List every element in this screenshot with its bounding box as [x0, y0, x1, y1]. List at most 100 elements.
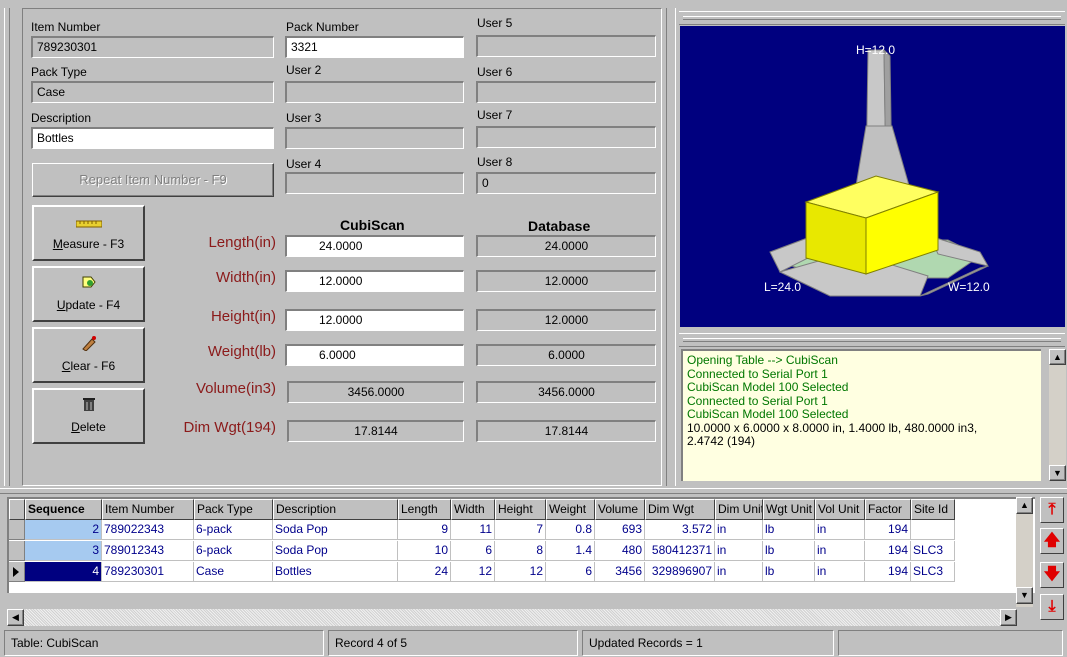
table-cell[interactable]: in: [815, 520, 865, 540]
table-cell[interactable]: 789012343: [102, 541, 194, 561]
table-cell[interactable]: 480: [595, 541, 645, 561]
column-header[interactable]: Description: [273, 499, 398, 520]
table-cell[interactable]: 194: [865, 520, 911, 540]
user2-field[interactable]: [285, 81, 464, 103]
repeat-item-number-button[interactable]: Repeat Item Number - F9: [32, 163, 274, 197]
table-cell[interactable]: 4: [25, 562, 102, 582]
left-splitter[interactable]: [4, 8, 10, 486]
grid-scroll-right-icon[interactable]: ▶: [1000, 609, 1017, 626]
table-cell[interactable]: in: [815, 562, 865, 582]
table-cell[interactable]: 0.8: [546, 520, 595, 540]
cubiscan-value-field[interactable]: 12.0000: [285, 270, 464, 292]
clear-button[interactable]: Clear - F6: [32, 327, 145, 383]
user4-field[interactable]: [285, 172, 464, 194]
column-header[interactable]: Wgt Unit: [763, 499, 815, 520]
table-cell[interactable]: 789022343: [102, 520, 194, 540]
table-cell[interactable]: in: [715, 541, 763, 561]
column-header[interactable]: Vol Unit: [815, 499, 865, 520]
table-cell[interactable]: 1.4: [546, 541, 595, 561]
table-cell[interactable]: 8: [495, 541, 546, 561]
table-cell[interactable]: 11: [451, 520, 495, 540]
column-header[interactable]: Length: [398, 499, 451, 520]
column-header[interactable]: Volume: [595, 499, 645, 520]
table-cell[interactable]: 12: [451, 562, 495, 582]
table-cell[interactable]: 12: [495, 562, 546, 582]
table-cell[interactable]: 10: [398, 541, 451, 561]
table-cell[interactable]: 329896907: [645, 562, 715, 582]
table-cell[interactable]: 580412371: [645, 541, 715, 561]
user7-field[interactable]: [476, 126, 656, 148]
measure-button[interactable]: Measure - F3: [32, 205, 145, 261]
grid-hscroll[interactable]: ◀ ▶: [7, 609, 1017, 626]
table-cell[interactable]: Soda Pop: [273, 520, 398, 540]
log-scroll-down-icon[interactable]: ▼: [1049, 465, 1066, 481]
table-cell[interactable]: 194: [865, 541, 911, 561]
table-cell[interactable]: 2: [25, 520, 102, 540]
cubiscan-value-field[interactable]: 6.0000: [285, 344, 464, 366]
table-cell[interactable]: 789230301: [102, 562, 194, 582]
pack-type-field[interactable]: Case: [31, 81, 274, 103]
table-cell[interactable]: 9: [398, 520, 451, 540]
table-cell[interactable]: 6: [546, 562, 595, 582]
user8-field[interactable]: 0: [476, 172, 656, 194]
grid-scroll-up-icon[interactable]: ▲: [1016, 497, 1033, 514]
row-selector[interactable]: [9, 541, 25, 561]
table-cell[interactable]: [911, 520, 955, 540]
middle-splitter[interactable]: [666, 8, 676, 486]
cubiscan-value-field[interactable]: 12.0000: [285, 309, 464, 331]
measure-row-label: Weight(lb): [207, 343, 276, 360]
table-cell[interactable]: in: [715, 520, 763, 540]
table-cell[interactable]: SLC3: [911, 562, 955, 582]
table-cell[interactable]: 24: [398, 562, 451, 582]
table-cell[interactable]: 6-pack: [194, 520, 273, 540]
table-cell[interactable]: Bottles: [273, 562, 398, 582]
table-cell[interactable]: lb: [763, 541, 815, 561]
table-cell[interactable]: lb: [763, 562, 815, 582]
log-scroll-up-icon[interactable]: ▲: [1049, 349, 1066, 365]
table-cell[interactable]: in: [815, 541, 865, 561]
next-record-icon[interactable]: 🡇: [1040, 562, 1064, 588]
previous-record-icon[interactable]: 🡅: [1040, 528, 1064, 554]
column-header[interactable]: Dim Wgt: [645, 499, 715, 520]
grid-scroll-left-icon[interactable]: ◀: [7, 609, 24, 626]
table-cell[interactable]: Soda Pop: [273, 541, 398, 561]
user3-field[interactable]: [285, 127, 464, 149]
table-cell[interactable]: lb: [763, 520, 815, 540]
table-cell[interactable]: 3.572: [645, 520, 715, 540]
column-header[interactable]: Item Number: [102, 499, 194, 520]
last-record-icon[interactable]: ⤓: [1040, 594, 1064, 620]
column-header[interactable]: Site Id: [911, 499, 955, 520]
log-scrollbar[interactable]: ▲ ▼: [1049, 349, 1066, 481]
table-cell[interactable]: 7: [495, 520, 546, 540]
column-header[interactable]: Dim Unit: [715, 499, 763, 520]
table-cell[interactable]: 3456: [595, 562, 645, 582]
column-header[interactable]: Factor: [865, 499, 911, 520]
column-header[interactable]: Weight: [546, 499, 595, 520]
table-cell[interactable]: Case: [194, 562, 273, 582]
table-cell[interactable]: in: [715, 562, 763, 582]
column-header[interactable]: Sequence: [25, 499, 102, 520]
grid-separator[interactable]: [0, 488, 1067, 494]
grid-vscroll[interactable]: ▲ ▼: [1016, 497, 1033, 607]
first-record-icon[interactable]: ⤒: [1040, 497, 1064, 523]
update-button[interactable]: Update - F4: [32, 266, 145, 322]
table-cell[interactable]: 6-pack: [194, 541, 273, 561]
user6-field[interactable]: [476, 81, 656, 103]
table-cell[interactable]: 6: [451, 541, 495, 561]
column-header[interactable]: Pack Type: [194, 499, 273, 520]
table-cell[interactable]: SLC3: [911, 541, 955, 561]
grid-scroll-down-icon[interactable]: ▼: [1016, 587, 1033, 604]
column-header[interactable]: Width: [451, 499, 495, 520]
row-selector[interactable]: [9, 520, 25, 540]
delete-button[interactable]: Delete: [32, 388, 145, 444]
item-number-field[interactable]: 789230301: [31, 36, 274, 58]
row-selector[interactable]: [9, 562, 25, 582]
cubiscan-value-field[interactable]: 24.0000: [285, 235, 464, 257]
table-cell[interactable]: 3: [25, 541, 102, 561]
user5-field[interactable]: [476, 35, 656, 57]
table-cell[interactable]: 693: [595, 520, 645, 540]
column-header[interactable]: Height: [495, 499, 546, 520]
pack-number-field[interactable]: 3321: [285, 36, 464, 58]
table-cell[interactable]: 194: [865, 562, 911, 582]
description-field[interactable]: Bottles: [31, 127, 274, 149]
